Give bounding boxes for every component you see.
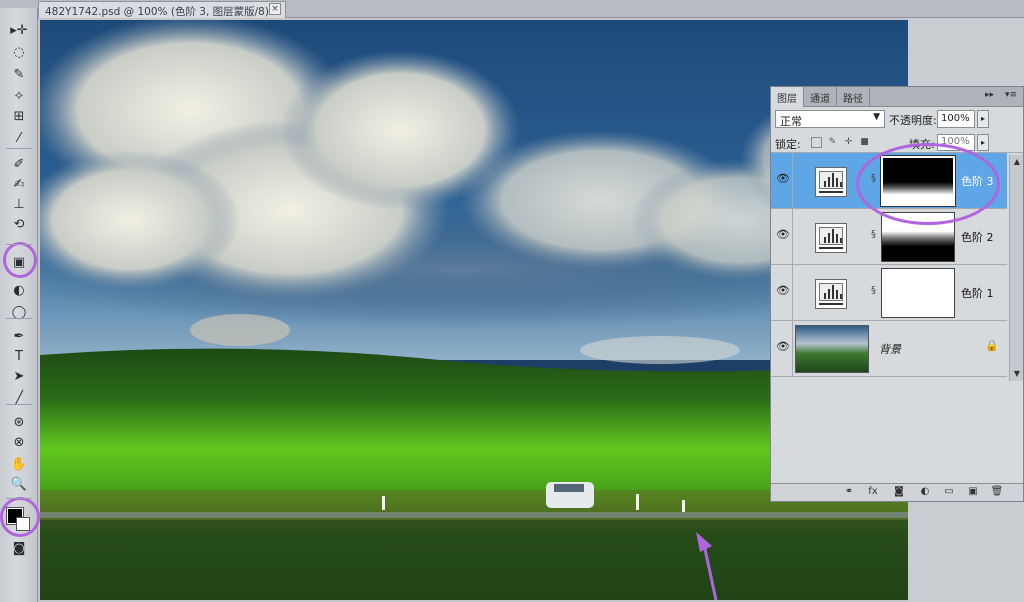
pen-tool-icon[interactable]: ✒: [8, 326, 30, 346]
blur-tool-icon[interactable]: ◐: [8, 280, 30, 300]
zoom-tool-icon[interactable]: 🔍: [8, 474, 30, 494]
chevron-down-icon: ▼: [873, 112, 880, 122]
hand-tool-icon[interactable]: ✋: [8, 454, 30, 474]
layer-name: 背景: [879, 343, 901, 356]
adjustment-layer-icon[interactable]: ◐: [917, 486, 933, 500]
brush-tool-icon[interactable]: ✍: [8, 174, 30, 194]
toolbox-divider: [6, 318, 32, 319]
photoshop-window: 482Y1742.psd @ 100% (色阶 3, 图层蒙版/8) * × ▸…: [0, 0, 1024, 602]
tab-layers[interactable]: 图层: [771, 87, 804, 107]
document-tab-strip: 482Y1742.psd @ 100% (色阶 3, 图层蒙版/8) * ×: [0, 0, 1024, 18]
color-swatch-annotation-circle: [0, 497, 40, 537]
history-brush-icon[interactable]: ⟲: [8, 214, 30, 234]
layer-row-background[interactable]: 👁 背景 🔒: [771, 321, 1007, 377]
lock-icon: 🔒: [985, 339, 999, 352]
toolbox: ▸✛ ◌ ✎ ✧ ⊞ ⁄ ✐ ✍ ⊥ ⟲ ▣ ◐ ◯ ✒ T ➤ ╱ ⊛ ⊗ ✋ 🔍 ◙: [0, 8, 40, 602]
type-tool-icon[interactable]: T: [8, 346, 30, 366]
blend-mode-select[interactable]: 正常 ▼: [775, 110, 885, 128]
document-tab[interactable]: 482Y1742.psd @ 100% (色阶 3, 图层蒙版/8) * ×: [38, 1, 286, 18]
toolbox-divider: [6, 148, 32, 149]
levels-adjustment-icon: [815, 223, 847, 253]
mask-link-icon[interactable]: §: [871, 229, 876, 240]
document-tab-title: 482Y1742.psd @ 100% (色阶 3, 图层蒙版/8) *: [45, 6, 278, 18]
toolbox-divider: [6, 498, 32, 499]
opacity-input[interactable]: 100%: [937, 110, 975, 128]
delete-layer-icon[interactable]: 🗑: [989, 486, 1005, 500]
mask-link-icon[interactable]: §: [871, 285, 876, 296]
magic-wand-icon[interactable]: ✧: [8, 86, 30, 106]
healing-brush-icon[interactable]: ✐: [8, 154, 30, 174]
new-group-icon[interactable]: ▭: [941, 486, 957, 500]
layer-name: 色阶 2: [961, 231, 994, 244]
levels-adjustment-icon: [815, 167, 847, 197]
lock-all-icon[interactable]: ■: [859, 137, 870, 148]
levels-adjustment-icon: [815, 279, 847, 309]
fill-stepper[interactable]: ▸: [977, 134, 989, 151]
background-thumbnail: [795, 325, 869, 373]
opacity-stepper[interactable]: ▸: [977, 110, 989, 128]
link-layers-icon[interactable]: ⚭: [841, 486, 857, 500]
toolbox-divider: [6, 404, 32, 405]
clone-stamp-icon[interactable]: ⊥: [8, 194, 30, 214]
layer-style-icon[interactable]: fx: [865, 486, 881, 500]
lock-pixels-icon[interactable]: ✎: [827, 137, 838, 148]
close-document-icon[interactable]: ×: [269, 3, 281, 15]
eye-icon[interactable]: 👁: [775, 340, 791, 354]
gradient-tool-icon[interactable]: ▣: [8, 252, 30, 272]
3d-orbit-icon[interactable]: ⊗: [8, 432, 30, 452]
add-mask-icon[interactable]: ◙: [891, 486, 907, 500]
opacity-label: 不透明度:: [889, 114, 937, 127]
scroll-down-icon[interactable]: ▼: [1011, 368, 1023, 380]
panel-collapse-icon[interactable]: ▸▸: [985, 90, 994, 100]
eye-icon[interactable]: 👁: [775, 228, 791, 242]
eye-icon[interactable]: 👁: [775, 172, 791, 186]
path-select-icon[interactable]: ➤: [8, 366, 30, 386]
new-layer-icon[interactable]: ▣: [965, 486, 981, 500]
blend-mode-value: 正常: [780, 115, 802, 128]
panel-bottom-bar: ⚭ fx ◙ ◐ ▭ ▣ 🗑: [771, 483, 1023, 501]
lock-transparent-icon[interactable]: [811, 137, 822, 148]
tab-paths[interactable]: 路径: [837, 87, 870, 106]
scroll-up-icon[interactable]: ▲: [1011, 156, 1023, 168]
lock-label: 锁定:: [775, 138, 801, 151]
toolbox-divider: [6, 244, 32, 245]
3d-rotate-icon[interactable]: ⊛: [8, 412, 30, 432]
lasso-tool-icon[interactable]: ◌: [8, 42, 30, 62]
layer-name: 色阶 1: [961, 287, 994, 300]
quick-select-icon[interactable]: ✎: [8, 64, 30, 84]
line-tool-icon[interactable]: ╱: [8, 388, 30, 408]
blend-opacity-row: 正常 ▼ 不透明度: 100% ▸: [771, 109, 1023, 131]
layers-scrollbar[interactable]: ▲ ▼: [1009, 155, 1023, 381]
panel-menu-icon[interactable]: ▾≡: [1005, 90, 1017, 100]
move-tool-icon[interactable]: ▸✛: [8, 20, 30, 40]
eyedropper-icon[interactable]: ⁄: [8, 128, 30, 148]
mask-annotation-ellipse: [856, 143, 1000, 225]
lock-position-icon[interactable]: ✛: [843, 137, 854, 148]
dodge-tool-icon[interactable]: ◯: [8, 302, 30, 322]
panel-tabs: 图层 通道 路径 ▸▸ ▾≡: [771, 87, 1023, 107]
eye-icon[interactable]: 👁: [775, 284, 791, 298]
layer-mask-thumbnail[interactable]: [881, 268, 955, 318]
crop-tool-icon[interactable]: ⊞: [8, 106, 30, 126]
tab-channels[interactable]: 通道: [804, 87, 837, 106]
quick-mask-icon[interactable]: ◙: [8, 538, 30, 558]
layer-row-levels-1[interactable]: 👁 § 色阶 1: [771, 265, 1007, 321]
